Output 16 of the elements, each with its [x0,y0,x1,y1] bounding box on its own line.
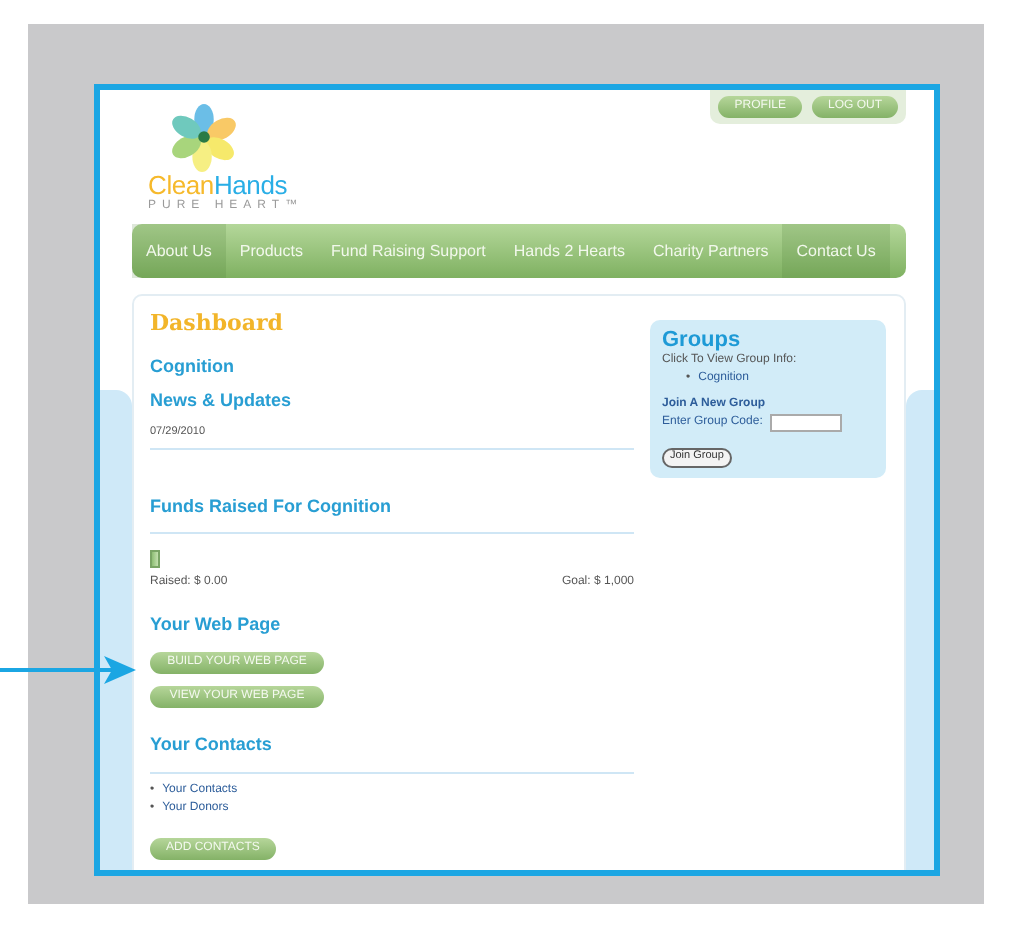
group-heading: Cognition [150,353,236,380]
dashboard-title: Dashboard [150,308,285,340]
section-heading: Your Web Page [150,612,283,639]
nav-link[interactable]: Fund Raising Support [316,224,500,278]
groups-title: Groups [662,330,743,352]
section-heading: Your Contacts [150,732,274,759]
group-code-field[interactable] [770,414,843,432]
section-heading: News & Updates [150,388,294,414]
nav-link[interactable]: Hands 2 Hearts [499,224,639,278]
nav-link[interactable]: About Us [132,224,226,278]
nav-link[interactable]: Charity Partners [638,224,783,278]
nav-link[interactable]: Products [225,224,317,278]
flower-logo-icon [168,102,240,172]
logo-text: CleanHands [148,172,288,198]
section-heading: Funds Raised For Cognition [150,493,393,520]
nav-link[interactable]: Contact Us [782,224,890,278]
